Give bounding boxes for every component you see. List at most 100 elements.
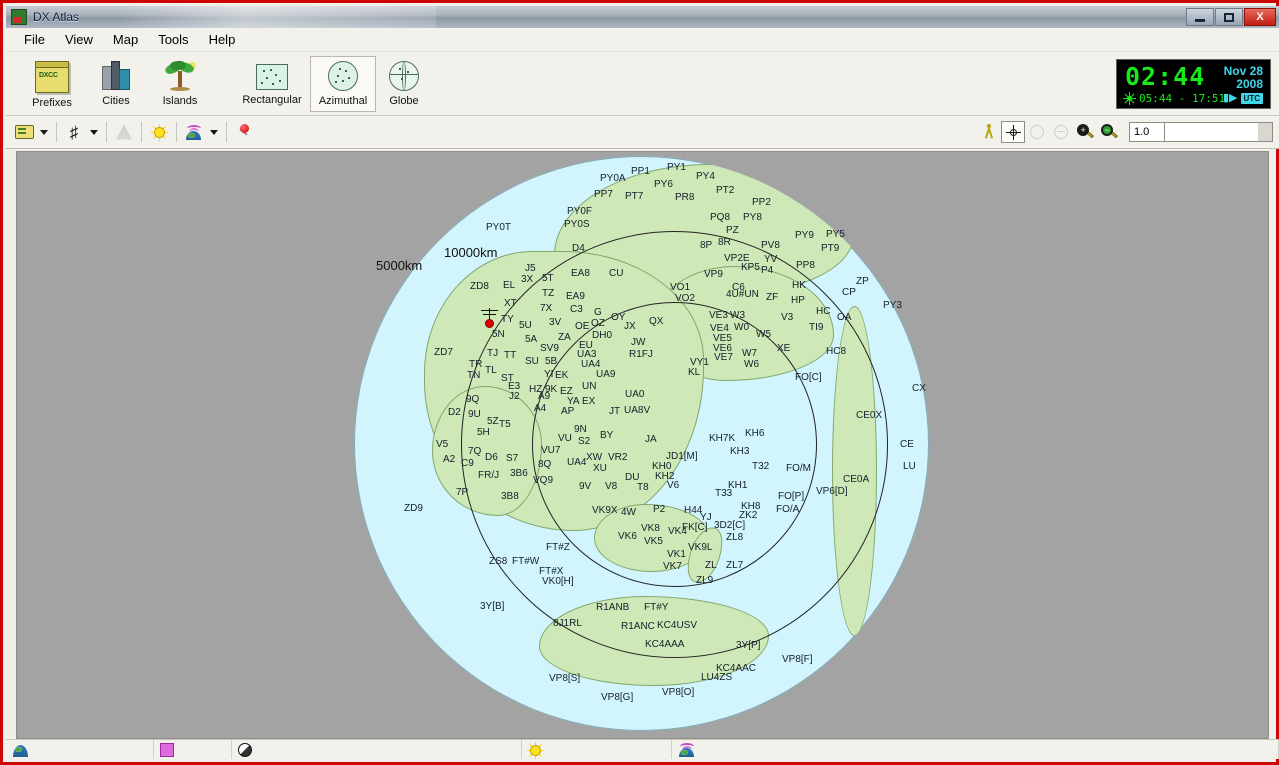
map-prefix-label[interactable]: ZS8 <box>489 557 507 567</box>
map-prefix-label[interactable]: 3Y[B] <box>480 602 504 612</box>
map-prefix-label[interactable]: R1ANC <box>621 622 655 632</box>
map-prefix-label[interactable]: VE3 <box>709 311 728 321</box>
map-prefix-label[interactable]: W6 <box>744 360 759 370</box>
close-button[interactable]: X <box>1244 8 1276 26</box>
map-prefix-label[interactable]: 7X <box>540 304 552 314</box>
map-prefix-label[interactable]: FR/J <box>478 471 499 481</box>
map-prefix-label[interactable]: VP8[O] <box>662 688 694 698</box>
status-daylight[interactable] <box>522 740 672 759</box>
map-prefix-label[interactable]: TL <box>485 366 497 376</box>
map-prefix-label[interactable]: FT#Z <box>546 543 570 553</box>
map-prefix-label[interactable]: D2 <box>448 408 461 418</box>
map-prefix-label[interactable]: 5T <box>542 274 554 284</box>
map-prefix-label[interactable]: LU4ZS <box>701 673 732 683</box>
menu-item-map[interactable]: Map <box>103 29 148 50</box>
map-prefix-label[interactable]: FO/M <box>786 464 811 474</box>
map-prefix-label[interactable]: KC4AAA <box>645 640 684 650</box>
terminator-button[interactable] <box>112 121 136 143</box>
map-prefix-label[interactable]: LU <box>903 462 916 472</box>
map-prefix-label[interactable]: T32 <box>752 462 769 472</box>
minimize-button[interactable] <box>1186 8 1214 26</box>
map-canvas[interactable]: PY0A PP1 PY1 PY4 PP7 PY6 PT7 PR8 PT2 PY0F PY0S PY0T… <box>16 151 1269 739</box>
zoom-slider-thumb[interactable] <box>1258 123 1272 141</box>
map-prefix-label[interactable]: TI9 <box>809 323 823 333</box>
map-prefix-label[interactable]: VE7 <box>714 353 733 363</box>
map-prefix-label[interactable]: 7Q <box>468 447 481 457</box>
map-prefix-label[interactable]: CP <box>842 288 856 298</box>
map-prefix-label[interactable]: UN <box>582 382 596 392</box>
map-prefix-label[interactable]: W0 <box>734 323 749 333</box>
status-projection[interactable] <box>6 740 154 759</box>
map-prefix-label[interactable]: XE <box>777 344 790 354</box>
map-prefix-label[interactable]: TN <box>467 371 480 381</box>
map-prefix-label[interactable]: FO/A <box>776 505 799 515</box>
map-prefix-label[interactable]: UA0 <box>625 390 644 400</box>
grid-button[interactable]: ♯ <box>62 121 86 143</box>
map-prefix-label[interactable]: ZL8 <box>726 533 743 543</box>
map-prefix-label[interactable]: PY0S <box>564 220 590 230</box>
map-prefix-label[interactable]: FT#Y <box>644 603 668 613</box>
map-prefix-label[interactable]: VK0[H] <box>542 577 574 587</box>
map-prefix-label[interactable]: KH1 <box>728 481 747 491</box>
zoom-level-input[interactable]: 1.0 <box>1129 122 1165 142</box>
map-prefix-label[interactable]: PY0A <box>600 174 626 184</box>
map-prefix-label[interactable]: 9Q <box>466 395 479 405</box>
map-prefix-label[interactable]: ZL7 <box>726 561 743 571</box>
toolbar-button-rectangular[interactable]: Rectangular <box>234 56 310 112</box>
map-prefix-label[interactable]: EA9 <box>566 292 585 302</box>
map-prefix-label[interactable]: XT <box>504 299 517 309</box>
map-prefix-label[interactable]: PY8 <box>743 213 762 223</box>
map-prefix-label[interactable]: AP <box>561 407 574 417</box>
map-prefix-label[interactable]: 5N <box>492 330 505 340</box>
map-prefix-label[interactable]: PY4 <box>696 172 715 182</box>
map-prefix-label[interactable]: CE0X <box>856 411 882 421</box>
map-prefix-label[interactable]: VO2 <box>675 294 695 304</box>
map-prefix-label[interactable]: CX <box>912 384 926 394</box>
menu-item-tools[interactable]: Tools <box>148 29 198 50</box>
map-prefix-label[interactable]: VK8 <box>641 524 660 534</box>
map-prefix-label[interactable]: KC4USV <box>657 621 697 631</box>
map-prefix-label[interactable]: EK <box>555 371 568 381</box>
map-prefix-label[interactable]: 9U <box>468 410 481 420</box>
status-propagation[interactable] <box>672 740 1279 759</box>
map-prefix-label[interactable]: TJ <box>487 349 498 359</box>
map-prefix-label[interactable]: VO1 <box>670 283 690 293</box>
map-prefix-label[interactable]: PY0T <box>486 223 511 233</box>
map-prefix-label[interactable]: 5B <box>545 357 557 367</box>
map-prefix-label[interactable]: VK9X <box>592 506 618 516</box>
map-prefix-label[interactable]: PR8 <box>675 193 694 203</box>
map-prefix-label[interactable]: 8P <box>700 241 712 251</box>
map-prefix-label[interactable]: VK9L <box>688 543 712 553</box>
zoom-in-button[interactable]: + <box>1073 121 1097 143</box>
map-prefix-label[interactable]: VP8[F] <box>782 655 813 665</box>
map-prefix-label[interactable]: P2 <box>653 505 665 515</box>
map-prefix-label[interactable]: PY1 <box>667 163 686 173</box>
grid-dropdown[interactable] <box>86 121 101 143</box>
map-prefix-label[interactable]: HP <box>791 296 805 306</box>
map-prefix-label[interactable]: XU <box>593 464 607 474</box>
map-prefix-label[interactable]: J5 <box>525 264 536 274</box>
map-prefix-label[interactable]: PT2 <box>716 186 734 196</box>
map-prefix-label[interactable]: EX <box>582 397 595 407</box>
map-prefix-label[interactable]: R1FJ <box>629 350 653 360</box>
map-prefix-label[interactable]: W7 <box>742 349 757 359</box>
map-prefix-label[interactable]: TR <box>469 360 482 370</box>
map-prefix-label[interactable]: C9 <box>461 459 474 469</box>
map-prefix-label[interactable]: UA4 <box>567 458 586 468</box>
map-prefix-label[interactable]: PP7 <box>594 190 613 200</box>
map-prefix-label[interactable]: VP8[G] <box>601 693 633 703</box>
crosshair-center-button[interactable] <box>1001 121 1025 143</box>
map-prefix-label[interactable]: PY5 <box>826 230 845 240</box>
maximize-button[interactable] <box>1215 8 1243 26</box>
map-prefix-label[interactable]: PY6 <box>654 180 673 190</box>
circle-minus-button[interactable] <box>1049 121 1073 143</box>
map-prefix-label[interactable]: UA8V <box>624 406 650 416</box>
map-prefix-label[interactable]: PV8 <box>761 241 780 251</box>
menu-item-help[interactable]: Help <box>199 29 246 50</box>
menu-item-file[interactable]: File <box>14 29 55 50</box>
map-prefix-label[interactable]: JA <box>645 435 657 445</box>
map-prefix-label[interactable]: ZD9 <box>404 504 423 514</box>
map-prefix-label[interactable]: ZL9 <box>696 576 713 586</box>
map-prefix-label[interactable]: VQ9 <box>533 476 553 486</box>
map-prefix-label[interactable]: 9V <box>579 482 591 492</box>
